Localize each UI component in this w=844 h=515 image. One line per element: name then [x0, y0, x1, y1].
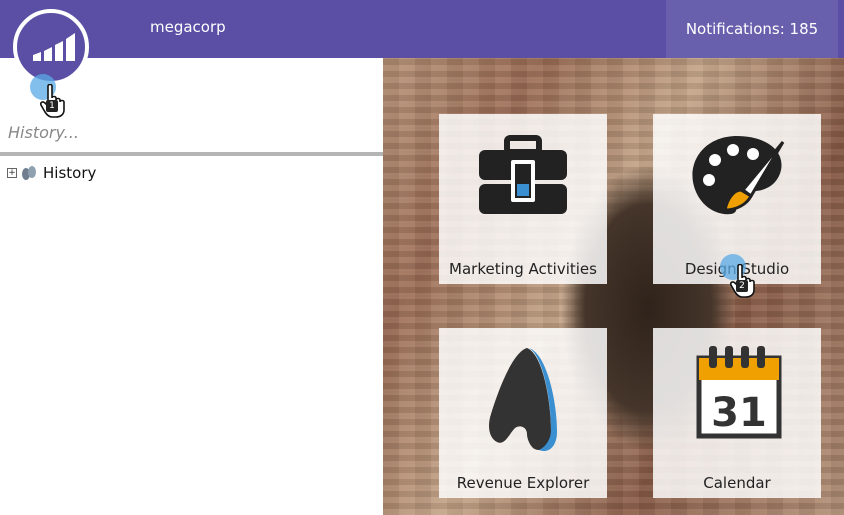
app-logo[interactable]	[13, 9, 89, 85]
panel-divider	[0, 152, 383, 156]
footprints-icon	[22, 166, 36, 180]
step-cursor-1: 1	[30, 74, 70, 120]
calendar-day-text: 31	[711, 390, 767, 436]
calendar-icon: 31	[696, 346, 782, 439]
tile-label: Marketing Activities	[449, 260, 597, 278]
tile-revenue-explorer[interactable]: Revenue Explorer	[439, 328, 607, 498]
step-cursor-2: 2	[720, 254, 760, 300]
tile-calendar[interactable]: 31 Calendar	[653, 328, 821, 498]
tree-item-label: History	[43, 164, 97, 182]
tile-label: Calendar	[703, 474, 771, 492]
expand-toggle[interactable]: +	[7, 168, 17, 178]
palette-icon	[692, 136, 785, 215]
tile-label: Revenue Explorer	[456, 474, 590, 492]
search-input[interactable]	[8, 118, 368, 146]
tree-item-history[interactable]: + History	[7, 164, 96, 182]
org-name: megacorp	[150, 18, 226, 36]
tile-marketing-activities[interactable]: Marketing Activities	[439, 114, 607, 284]
briefcase-icon	[479, 135, 567, 214]
revenue-explorer-icon	[489, 348, 557, 452]
notifications-button[interactable]: Notifications: 185	[666, 0, 838, 58]
bar-chart-logo-icon	[33, 33, 75, 61]
top-bar: megacorp Notifications: 185	[0, 0, 844, 58]
step-number-badge: 2	[736, 280, 748, 292]
step-number-badge: 1	[46, 100, 58, 112]
home-background: Marketing Activities Design Studio Reven…	[383, 58, 844, 515]
